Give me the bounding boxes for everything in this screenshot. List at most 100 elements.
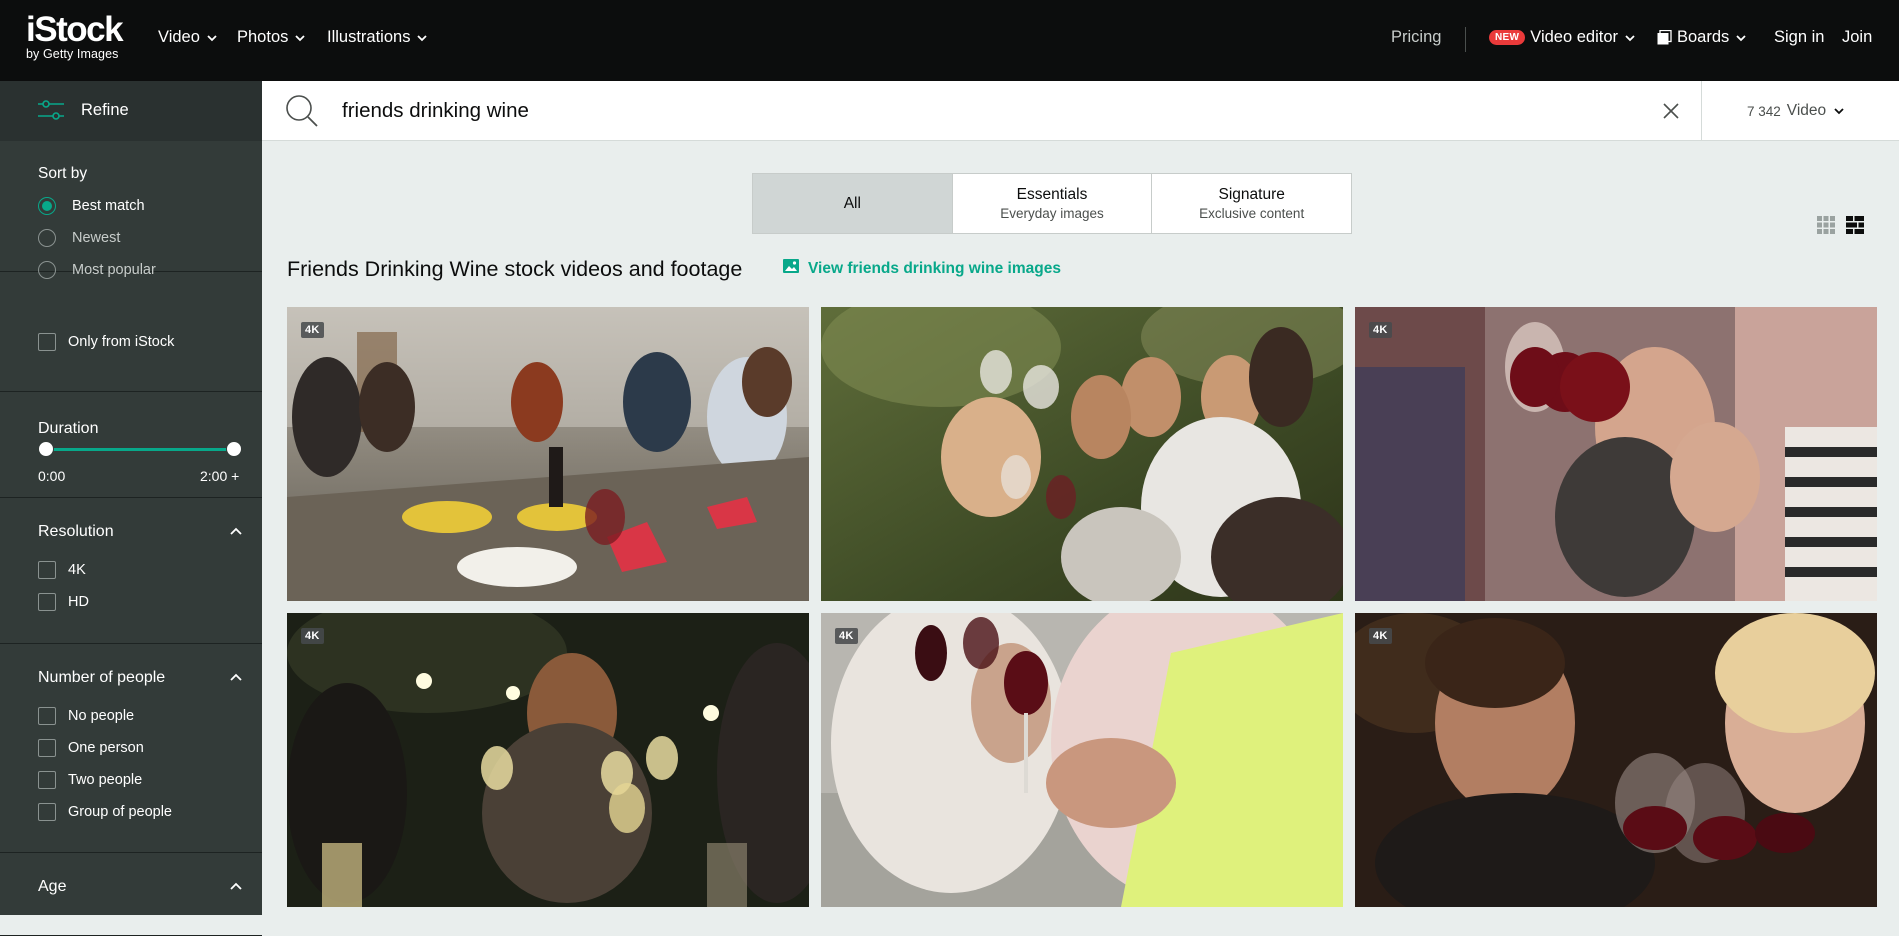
only-from-istock-option[interactable]: Only from iStock xyxy=(38,333,174,351)
grid-view-icon[interactable] xyxy=(1817,216,1835,234)
nav-illustrations-menu[interactable]: Illustrations xyxy=(327,28,429,47)
people-option-no-people[interactable]: No people xyxy=(38,707,134,725)
sort-option-label: Best match xyxy=(72,198,145,214)
view-images-label: View friends drinking wine images xyxy=(808,259,1061,277)
duration-min-value: 0:00 xyxy=(38,468,66,484)
resolution-option-hd[interactable]: HD xyxy=(38,593,89,611)
only-from-istock-section: Only from iStock xyxy=(0,272,262,392)
resolution-title: Resolution xyxy=(38,523,114,540)
duration-max-value: 2:00 + xyxy=(200,468,240,484)
mosaic-view-icon[interactable] xyxy=(1846,216,1864,234)
chevron-down-icon xyxy=(205,31,219,45)
radio-unselected[interactable] xyxy=(38,229,56,247)
nav-video-editor-label: Video editor xyxy=(1530,28,1618,46)
duration-title: Duration xyxy=(38,420,99,437)
checkbox[interactable] xyxy=(38,593,56,611)
istock-logo[interactable]: iStock by Getty Images xyxy=(26,10,124,61)
resolution-option-4k[interactable]: 4K xyxy=(38,561,86,579)
chevron-down-icon xyxy=(1623,31,1637,45)
nav-video-editor-menu[interactable]: NEW Video editor xyxy=(1489,28,1637,47)
people-option-label: One person xyxy=(68,740,144,756)
sign-in-link[interactable]: Sign in xyxy=(1774,28,1824,47)
tab-all[interactable]: All xyxy=(753,174,953,233)
tab-essentials[interactable]: Essentials Everyday images xyxy=(953,174,1153,233)
search-icon[interactable] xyxy=(284,93,320,129)
nav-illustrations-label: Illustrations xyxy=(327,28,411,46)
nav-video-label: Video xyxy=(158,28,200,46)
chevron-up-icon[interactable] xyxy=(229,524,243,538)
filter-sliders-icon xyxy=(38,99,64,123)
tab-title: Essentials xyxy=(1016,186,1088,203)
people-option-label: Two people xyxy=(68,772,143,788)
video-thumbnail xyxy=(1355,307,1877,601)
result-tile-2[interactable] xyxy=(821,307,1343,601)
sort-option-newest[interactable]: Newest xyxy=(38,229,120,247)
view-images-link[interactable]: View friends drinking wine images xyxy=(783,259,1061,278)
sort-option-label: Newest xyxy=(72,230,121,246)
join-link[interactable]: Join xyxy=(1842,28,1872,47)
tab-title: All xyxy=(843,194,861,212)
resolution-option-label: 4K xyxy=(68,562,86,578)
filter-sidebar: Refine Sort by Best match Newest Most po… xyxy=(0,81,262,936)
4k-badge: 4K xyxy=(301,322,324,338)
4k-badge: 4K xyxy=(835,628,858,644)
duration-min-handle[interactable] xyxy=(38,441,54,457)
people-option-two-people[interactable]: Two people xyxy=(38,771,142,789)
checkbox[interactable] xyxy=(38,739,56,757)
top-navigation: iStock by Getty Images Video Photos Illu… xyxy=(0,0,1899,81)
checkbox[interactable] xyxy=(38,333,56,351)
chevron-down-icon xyxy=(293,31,307,45)
search-divider xyxy=(1701,81,1702,141)
nav-video-menu[interactable]: Video xyxy=(158,28,219,47)
result-tile-3[interactable]: 4K xyxy=(1355,307,1877,601)
collection-tabs: All Essentials Everyday images Signature… xyxy=(752,173,1352,234)
search-bar: 7 342 Video xyxy=(262,81,1899,141)
nav-boards-menu[interactable]: Boards xyxy=(1657,28,1748,47)
video-thumbnail xyxy=(821,307,1343,601)
result-tile-1[interactable]: 4K xyxy=(287,307,809,601)
tab-signature[interactable]: Signature Exclusive content xyxy=(1152,174,1351,233)
checkbox[interactable] xyxy=(38,707,56,725)
logo-subtitle: by Getty Images xyxy=(26,47,119,61)
only-from-istock-label: Only from iStock xyxy=(68,334,175,350)
people-option-label: Group of people xyxy=(68,804,172,820)
refine-header[interactable]: Refine xyxy=(0,81,262,141)
age-title: Age xyxy=(38,878,67,895)
duration-max-handle[interactable] xyxy=(226,441,242,457)
media-type-dropdown[interactable]: 7 342 Video xyxy=(1747,102,1846,120)
result-tile-5[interactable]: 4K xyxy=(821,613,1343,907)
people-option-group[interactable]: Group of people xyxy=(38,803,172,821)
resolution-option-label: HD xyxy=(68,594,89,610)
checkbox[interactable] xyxy=(38,561,56,579)
sign-in-label: Sign in xyxy=(1774,28,1825,46)
sort-option-best-match[interactable]: Best match xyxy=(38,197,145,215)
people-option-one-person[interactable]: One person xyxy=(38,739,144,757)
refine-label: Refine xyxy=(81,101,129,119)
radio-selected[interactable] xyxy=(38,197,56,215)
chevron-up-icon[interactable] xyxy=(229,879,243,893)
sort-by-title: Sort by xyxy=(38,165,88,182)
checkbox[interactable] xyxy=(38,771,56,789)
nav-pricing-link[interactable]: Pricing xyxy=(1391,28,1441,47)
result-tile-4[interactable]: 4K xyxy=(287,613,809,907)
video-thumbnail xyxy=(287,307,809,601)
new-badge: NEW xyxy=(1489,30,1526,45)
chevron-up-icon[interactable] xyxy=(229,670,243,684)
sort-by-section: Sort by Best match Newest Most popular xyxy=(0,141,262,279)
chevron-down-icon xyxy=(415,31,429,45)
resolution-section: Resolution 4K HD xyxy=(0,498,262,644)
chevron-down-icon xyxy=(1832,104,1846,118)
age-section: Age xyxy=(0,852,262,915)
checkbox[interactable] xyxy=(38,803,56,821)
logo-wordmark: iStock xyxy=(26,10,124,49)
join-label: Join xyxy=(1842,28,1873,46)
nav-boards-label: Boards xyxy=(1677,28,1730,46)
nav-photos-menu[interactable]: Photos xyxy=(237,28,307,47)
search-input[interactable] xyxy=(340,95,1540,127)
video-thumbnail xyxy=(821,613,1343,907)
result-tile-6[interactable]: 4K xyxy=(1355,613,1877,907)
close-icon[interactable] xyxy=(1661,101,1681,121)
media-type-label: Video xyxy=(1786,102,1827,119)
image-icon xyxy=(783,259,799,278)
results-count: 7 342 xyxy=(1747,103,1781,119)
